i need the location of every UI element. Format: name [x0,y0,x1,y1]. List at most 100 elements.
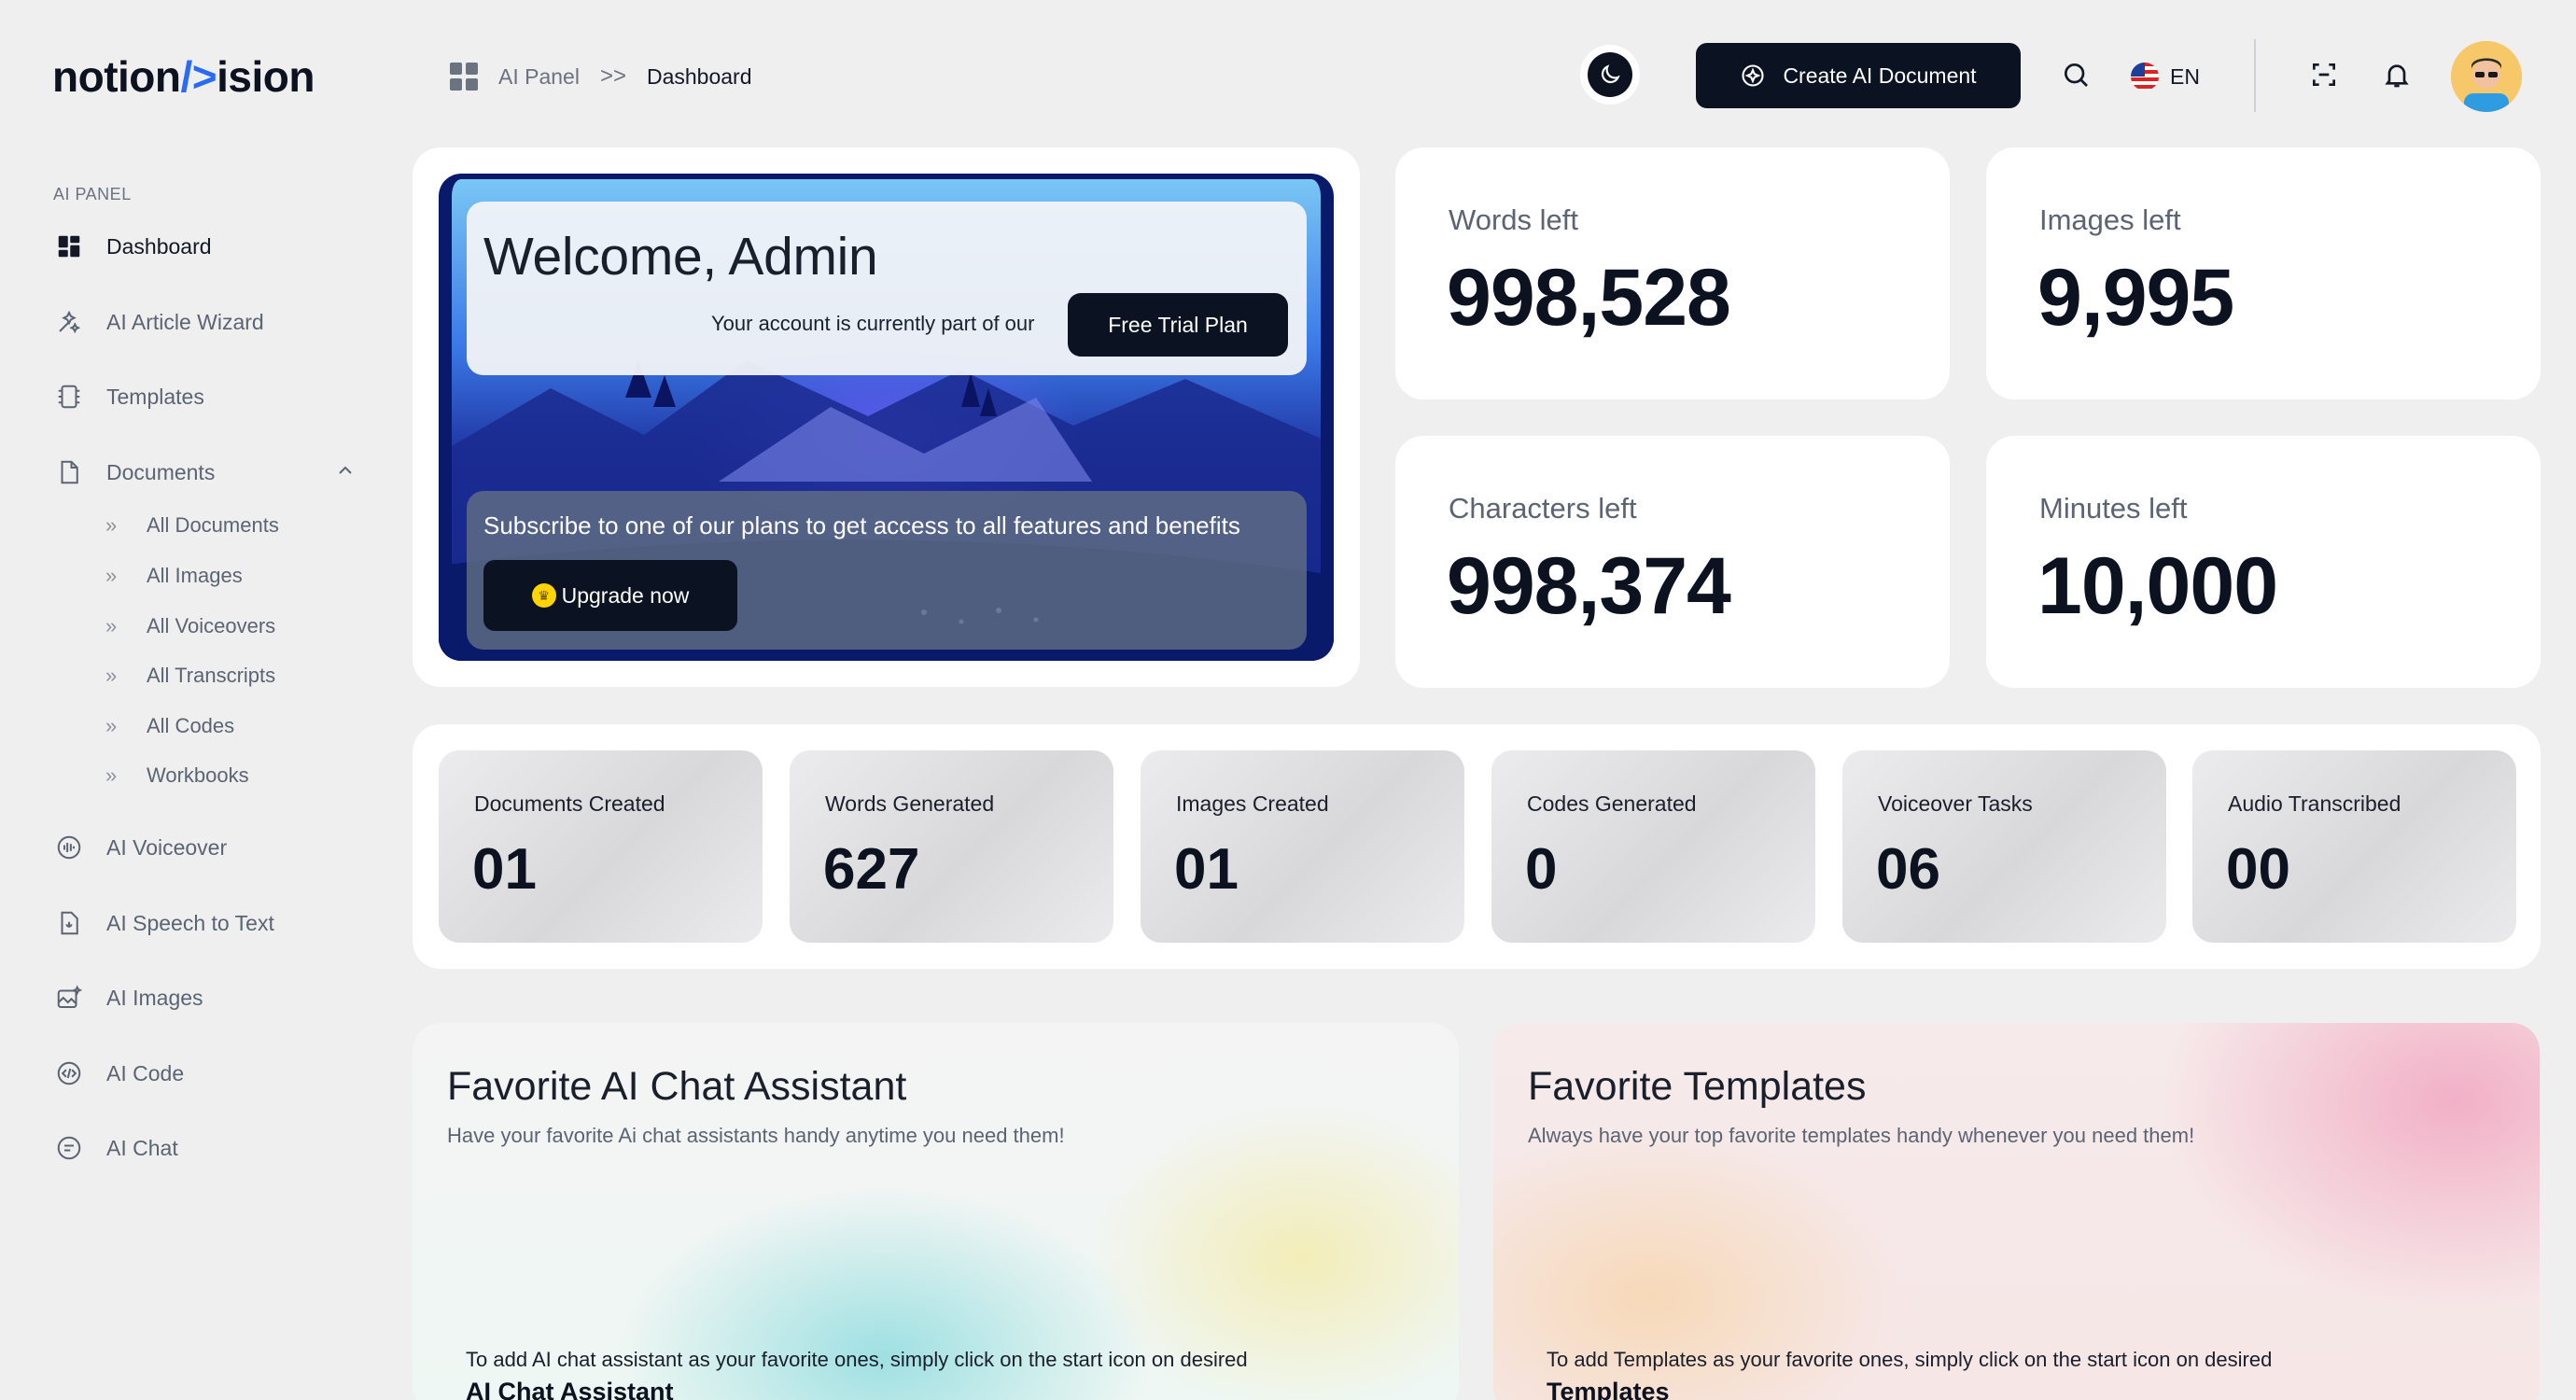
metric-value: 01 [472,837,537,902]
stat-card-minutes-left: Minutes left 10,000 [1986,436,2541,688]
dashboard-grid-icon [450,63,478,91]
double-chevron-icon: » [105,763,118,787]
double-chevron-icon: » [105,513,118,537]
welcome-hero-banner: Welcome, Admin Your account is currently… [439,174,1334,661]
sidebar-item-documents[interactable]: Documents [54,452,215,493]
double-chevron-icon: » [105,664,118,687]
sidebar-item-label: AI Code [106,1060,185,1085]
moon-icon [1601,64,1620,84]
dashboard-icon [54,231,84,261]
sidebar-subitem-label: All Images [147,564,243,587]
metric-audio-transcribed: Audio Transcribed 00 [2192,750,2516,943]
ai-sparkle-icon [1742,64,1764,87]
logo-text-part3: ision [217,52,315,101]
sidebar-item-label: AI Speech to Text [106,910,274,935]
welcome-card: Welcome, Admin Your account is currently… [413,147,1360,687]
welcome-panel: Welcome, Admin Your account is currently… [467,202,1307,375]
stat-label: Words left [1449,203,1578,236]
sidebar-item-ai-speech-to-text[interactable]: AI Speech to Text [54,903,274,944]
sidebar-item-templates[interactable]: Templates [54,376,204,417]
sidebar-section-label: AI PANEL [53,185,132,203]
stat-label: Minutes left [2039,492,2188,525]
favorite-templates-description: Always have your top favorite templates … [1528,1124,2195,1147]
language-code: EN [2170,63,2200,89]
wizard-icon [54,307,84,337]
templates-icon [54,382,84,412]
fullscreen-icon [2313,63,2335,86]
create-ai-document-button[interactable]: Create AI Document [1696,43,2021,108]
stat-card-images-left: Images left 9,995 [1986,147,2541,399]
metric-value: 01 [1174,837,1239,902]
metric-value: 00 [2226,837,2290,902]
sidebar-subitem-all-transcripts[interactable]: » All Transcripts [105,660,275,692]
sidebar-subitem-label: All Voiceovers [147,614,276,637]
favorite-chat-hint: To add AI chat assistant as your favorit… [466,1348,1248,1371]
favorite-templates-hint: To add Templates as your favorite ones, … [1547,1348,2273,1371]
favorite-templates-card: Favorite Templates Always have your top … [1493,1023,2540,1400]
sidebar-subitem-all-codes[interactable]: » All Codes [105,710,234,742]
metric-label: Codes Generated [1527,791,1697,816]
metric-label: Audio Transcribed [2228,791,2401,816]
stat-value: 998,528 [1447,253,1731,343]
metric-codes-generated: Codes Generated 0 [1491,750,1815,943]
upgrade-now-button[interactable]: ♛ Upgrade now [483,560,737,631]
breadcrumb-separator: >> [599,63,626,89]
speech-to-text-icon [54,908,84,938]
sidebar-item-ai-article-wizard[interactable]: AI Article Wizard [54,301,264,343]
theme-toggle-button[interactable] [1580,45,1640,105]
logo[interactable]: notion/>ision [52,49,315,105]
favorite-chat-title: Favorite AI Chat Assistant [447,1064,907,1109]
code-icon [54,1058,84,1088]
chat-icon [54,1133,84,1163]
free-trial-plan-button[interactable]: Free Trial Plan [1068,293,1288,357]
sidebar-subitem-label: All Transcripts [147,664,276,687]
sidebar-subitem-all-documents[interactable]: » All Documents [105,510,279,541]
document-icon [54,457,84,487]
welcome-title: Welcome, Admin [483,227,878,287]
chevron-up-icon[interactable] [334,459,357,482]
double-chevron-icon: » [105,564,118,587]
metric-label: Images Created [1176,791,1329,816]
sidebar-subitem-all-images[interactable]: » All Images [105,560,243,592]
stat-card-characters-left: Characters left 998,374 [1395,436,1950,688]
logo-text-part2: /> [180,52,217,101]
upgrade-button-label: Upgrade now [561,582,690,608]
images-icon [54,983,84,1013]
notifications-button[interactable] [2380,58,2414,91]
sidebar-subitem-all-voiceovers[interactable]: » All Voiceovers [105,610,275,642]
sidebar-item-ai-images[interactable]: AI Images [54,977,203,1018]
us-flag-icon [2131,63,2159,91]
breadcrumb-parent[interactable]: AI Panel [498,64,580,90]
favorite-templates-strong: Templates [1547,1378,1670,1400]
metric-value: 627 [823,837,920,902]
crown-coin-icon: ♛ [531,583,556,608]
language-selector[interactable]: EN [2131,60,2200,93]
sidebar-item-label: Documents [106,459,216,484]
metric-voiceover-tasks: Voiceover Tasks 06 [1842,750,2166,943]
search-icon [2065,63,2088,87]
sidebar-item-dashboard[interactable]: Dashboard [54,226,212,267]
sidebar-item-ai-chat[interactable]: AI Chat [54,1127,178,1169]
sidebar-item-ai-voiceover[interactable]: AI Voiceover [54,827,227,868]
search-button[interactable] [2059,58,2093,91]
metrics-card: Documents Created 01 Words Generated 627… [413,724,2541,969]
metric-documents-created: Documents Created 01 [439,750,763,943]
avatar-image [2451,41,2522,112]
double-chevron-icon: » [105,714,118,737]
sidebar-item-label: AI Voiceover [106,834,228,860]
breadcrumb-current: Dashboard [646,63,752,89]
sidebar-item-ai-code[interactable]: AI Code [54,1053,184,1094]
sidebar-subitem-workbooks[interactable]: » Workbooks [105,760,249,791]
metric-words-generated: Words Generated 627 [790,750,1113,943]
stat-label: Characters left [1449,492,1637,525]
subscribe-text: Subscribe to one of our plans to get acc… [483,511,1240,539]
sidebar-subitem-label: All Codes [147,714,235,737]
fullscreen-button[interactable] [2307,58,2341,91]
stat-value: 998,374 [1447,541,1731,631]
metric-label: Words Generated [825,791,995,816]
stat-card-words-left: Words left 998,528 [1395,147,1950,399]
metric-images-created: Images Created 01 [1141,750,1464,943]
user-avatar[interactable] [2451,41,2522,112]
favorite-chat-assistant-card: Favorite AI Chat Assistant Have your fav… [413,1023,1459,1400]
favorite-templates-title: Favorite Templates [1528,1064,1867,1109]
